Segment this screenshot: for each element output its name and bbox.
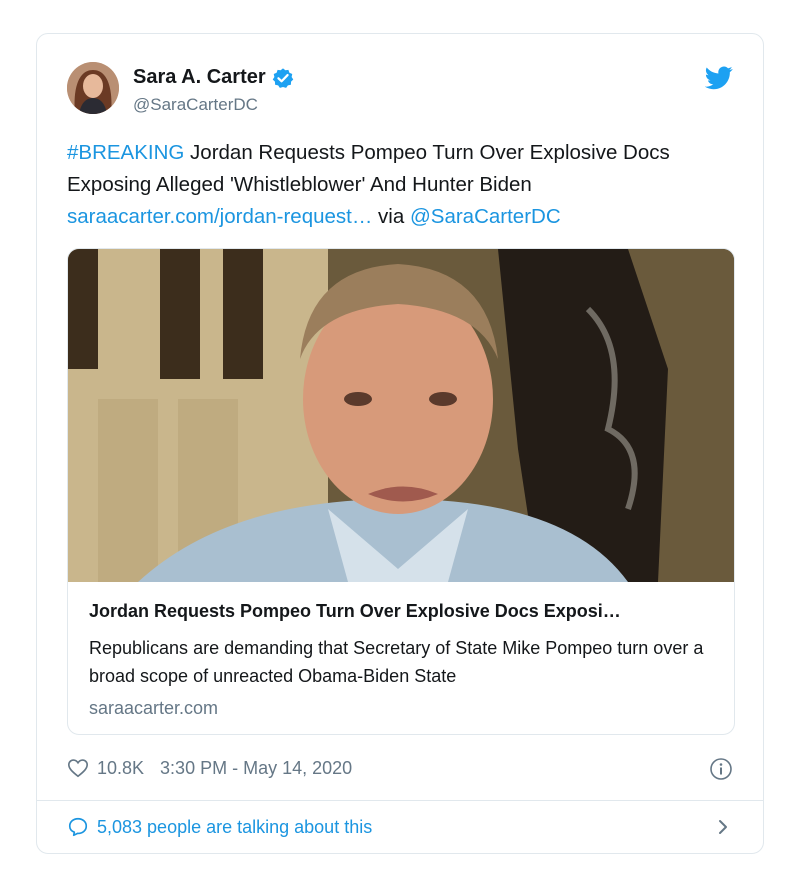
conversation-link[interactable]: 5,083 people are talking about this (67, 816, 372, 838)
conversation-text[interactable]: 5,083 people are talking about this (97, 817, 372, 838)
divider (37, 800, 763, 801)
mention-link[interactable]: @SaraCarterDC (410, 205, 561, 228)
verified-badge-icon (272, 67, 293, 88)
speech-bubble-icon (68, 817, 88, 837)
tweet-text: #BREAKING Jordan Requests Pompeo Turn Ov… (67, 137, 727, 233)
card-title[interactable]: Jordan Requests Pompeo Turn Over Explosi… (89, 601, 719, 622)
avatar[interactable] (67, 62, 119, 114)
author-handle[interactable]: @SaraCarterDC (133, 95, 258, 115)
article-url-link[interactable]: saraacarter.com/jordan-request… (67, 205, 372, 228)
article-photo[interactable] (68, 249, 734, 582)
author-name[interactable]: Sara A. Carter (133, 66, 266, 89)
tweet-meta: 10.8K 3:30 PM - May 14, 2020 (67, 757, 352, 779)
chevron-right-icon[interactable] (713, 816, 733, 838)
tweet-card: Sara A. Carter @SaraCarterDC #BREAKING J… (36, 33, 764, 854)
hashtag-link[interactable]: #BREAKING (67, 141, 184, 164)
heart-icon[interactable] (67, 757, 89, 779)
twitter-bird-icon[interactable] (705, 66, 733, 90)
timestamp[interactable]: 3:30 PM - May 14, 2020 (160, 758, 352, 779)
card-domain: saraacarter.com (89, 698, 219, 718)
card-description: Republicans are demanding that Secretary… (89, 638, 704, 686)
via-text: via (372, 205, 410, 228)
author-name-row[interactable]: Sara A. Carter (133, 66, 294, 89)
info-icon[interactable] (709, 757, 733, 781)
like-count[interactable]: 10.8K (97, 758, 144, 779)
link-preview-card[interactable]: Jordan Requests Pompeo Turn Over Explosi… (67, 248, 735, 735)
